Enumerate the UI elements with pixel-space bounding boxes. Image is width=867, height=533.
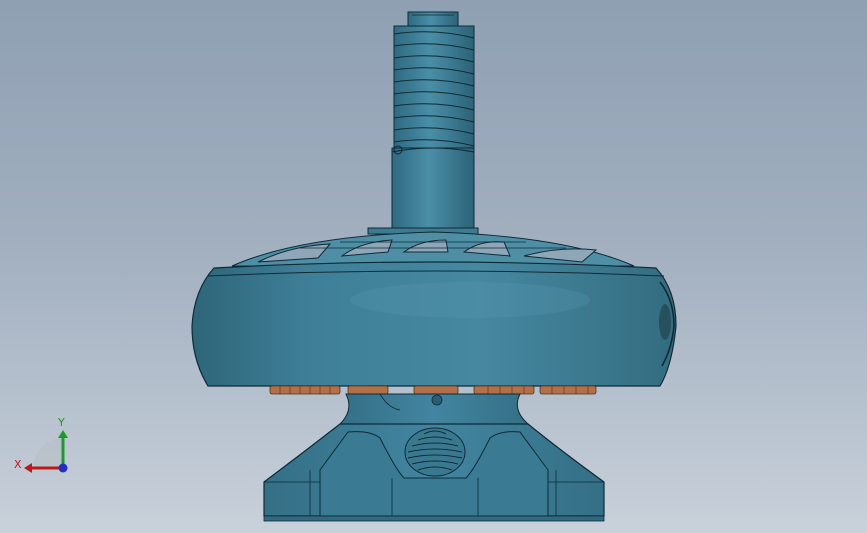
base-threaded-hole[interactable] — [404, 427, 466, 477]
bell-housing[interactable] — [191, 261, 677, 387]
stator-windings — [269, 385, 597, 395]
motor-model[interactable] — [0, 0, 867, 533]
smooth-shaft[interactable] — [367, 145, 479, 235]
x-axis-label: X — [14, 458, 22, 471]
y-axis-label: Y — [57, 416, 65, 429]
triad-plane-icon — [33, 438, 63, 468]
threaded-shaft[interactable] — [393, 11, 475, 149]
coordinate-triad: Y X — [14, 416, 68, 473]
x-axis-arrow-icon — [24, 463, 32, 473]
base-neck[interactable] — [338, 393, 530, 425]
y-axis-arrow-icon — [58, 430, 68, 438]
graphics-viewport[interactable]: Y X — [0, 0, 867, 533]
bell-top[interactable] — [231, 231, 635, 267]
z-axis-dot-icon — [58, 463, 68, 473]
